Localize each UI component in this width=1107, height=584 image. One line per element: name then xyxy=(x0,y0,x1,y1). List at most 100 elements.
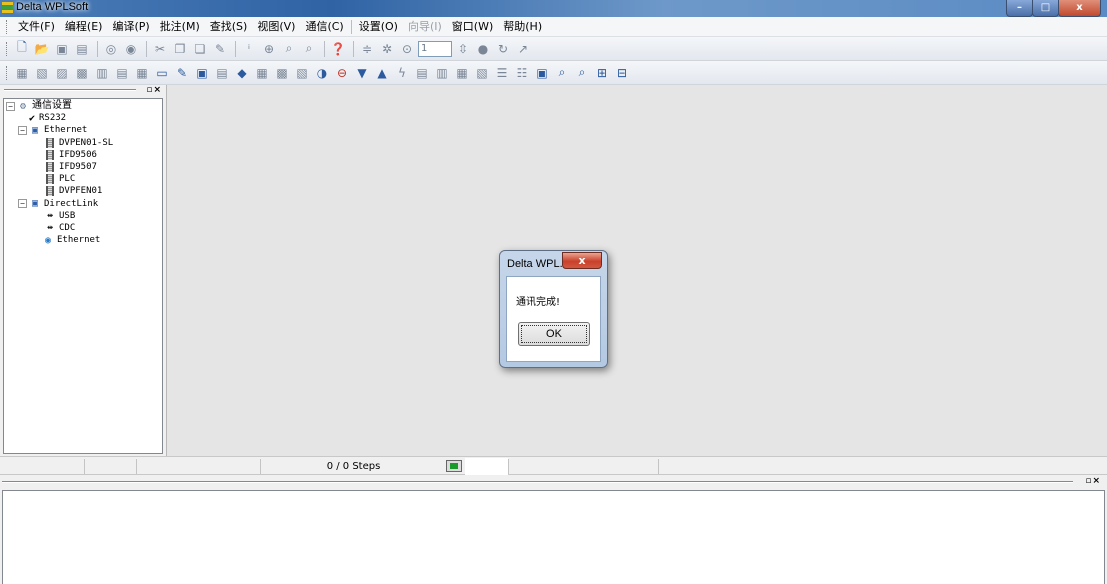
menu-compile[interactable]: 编译(P) xyxy=(107,17,154,37)
minimize-button[interactable]: – xyxy=(1006,0,1033,17)
reset-icon[interactable]: ☷ xyxy=(513,64,531,82)
collapse-icon[interactable]: − xyxy=(6,101,15,111)
info-icon[interactable]: ⁱ xyxy=(240,40,258,58)
device-list-icon[interactable]: ▤ xyxy=(213,64,231,82)
zoom-out-icon[interactable]: ⌕ xyxy=(300,40,318,58)
paste-icon[interactable]: ❏ xyxy=(191,40,209,58)
menu-edit[interactable]: 编程(E) xyxy=(60,17,108,37)
screen-icon[interactable]: ▣ xyxy=(533,64,551,82)
tree-node-device[interactable]: IFD9506 xyxy=(6,149,162,161)
tree-node-device[interactable]: DVPEN01-SL xyxy=(6,137,162,149)
menu-wizard[interactable]: 向导(I) xyxy=(403,17,447,37)
tree-node-rs232[interactable]: ✔ RS232 xyxy=(6,112,162,124)
zoom-in-icon[interactable]: ⌕ xyxy=(280,40,298,58)
arrow-icon[interactable]: ↗ xyxy=(514,40,532,58)
zoom-icon[interactable]: ⊕ xyxy=(260,40,278,58)
folder-icon[interactable]: ▭ xyxy=(153,64,171,82)
contact-icon[interactable]: ▩ xyxy=(73,64,91,82)
communication-tree: − ⚙ 通信设置 ✔ RS232 − ▣ Ethernet DVPEN01-SL… xyxy=(3,98,163,454)
ladder-mode-icon[interactable]: ▦ xyxy=(13,64,31,82)
function-icon[interactable]: ▤ xyxy=(113,64,131,82)
save-icon[interactable]: ▣ xyxy=(53,40,71,58)
step-icon[interactable]: ⊙ xyxy=(398,40,416,58)
tree-node-directlink[interactable]: − ▣ DirectLink xyxy=(6,198,162,210)
table-icon[interactable]: ▦ xyxy=(133,64,151,82)
set-icon[interactable]: ☰ xyxy=(493,64,511,82)
status-led xyxy=(446,460,462,472)
monitor-table-icon[interactable]: ▥ xyxy=(433,64,451,82)
online-icon[interactable]: ◑ xyxy=(313,64,331,82)
tree-node-directlink-ethernet[interactable]: ◉ Ethernet xyxy=(6,234,162,246)
download-icon[interactable]: ▲ xyxy=(373,64,391,82)
grid-icon[interactable]: ▦ xyxy=(253,64,271,82)
pin-icon[interactable]: ◆ xyxy=(233,64,251,82)
search-icon[interactable]: ⌕ xyxy=(553,64,571,82)
spinner-icon[interactable]: ⇳ xyxy=(454,40,472,58)
panel-controls[interactable]: ▫× xyxy=(1085,476,1101,486)
upload-icon[interactable]: ▼ xyxy=(353,64,371,82)
tree-node-usb[interactable]: ⇹ USB xyxy=(6,210,162,222)
refresh-icon[interactable]: ↻ xyxy=(494,40,512,58)
print-icon[interactable]: ▤ xyxy=(73,40,91,58)
main-workspace[interactable] xyxy=(166,85,1107,456)
menu-communication[interactable]: 通信(C) xyxy=(300,17,348,37)
instruction-mode-icon[interactable]: ▨ xyxy=(53,64,71,82)
output-area[interactable] xyxy=(2,490,1105,584)
force-off-icon[interactable]: ▧ xyxy=(473,64,491,82)
coil-icon[interactable]: ▥ xyxy=(93,64,111,82)
device-icon[interactable]: ▣ xyxy=(193,64,211,82)
redo-icon[interactable]: ◉ xyxy=(122,40,140,58)
lightning-icon[interactable]: ϟ xyxy=(393,64,411,82)
ethernet-icon: ▣ xyxy=(31,124,39,136)
new-file-icon[interactable]: 🗋 xyxy=(13,40,31,58)
cut-icon[interactable]: ✂ xyxy=(151,40,169,58)
tree-node-device[interactable]: PLC xyxy=(6,173,162,185)
undo-icon[interactable]: ◎ xyxy=(102,40,120,58)
dialog-message: 通讯完成! xyxy=(516,297,561,308)
connect-icon[interactable]: ⊟ xyxy=(613,64,631,82)
stop-icon[interactable]: ⊖ xyxy=(333,64,351,82)
status-bar: 0 / 0 Steps xyxy=(0,456,1107,475)
tree-node-device[interactable]: IFD9507 xyxy=(6,161,162,173)
menu-window[interactable]: 窗口(W) xyxy=(447,17,498,37)
directlink-icon: ▣ xyxy=(31,198,39,210)
sfc-mode-icon[interactable]: ▧ xyxy=(33,64,51,82)
menu-grip xyxy=(6,19,9,34)
close-button[interactable]: x xyxy=(1058,0,1101,17)
open-file-icon[interactable]: 📂 xyxy=(33,40,51,58)
calendar-icon[interactable]: ▩ xyxy=(273,64,291,82)
tree-node-root[interactable]: − ⚙ 通信设置 xyxy=(6,100,162,112)
collapse-icon[interactable]: − xyxy=(18,125,27,135)
menu-comment[interactable]: 批注(M) xyxy=(155,17,205,37)
pen-icon[interactable]: ✎ xyxy=(173,64,191,82)
clear-icon[interactable]: ✎ xyxy=(211,40,229,58)
menu-file[interactable]: 文件(F) xyxy=(13,17,60,37)
panel-controls[interactable]: ▫× xyxy=(146,85,162,95)
menu-settings[interactable]: 设置(O) xyxy=(354,17,403,37)
tree-node-cdc[interactable]: ⇹ CDC xyxy=(6,222,162,234)
tree-node-device[interactable]: DVPFEN01 xyxy=(6,185,162,197)
monitor-icon[interactable]: ● xyxy=(474,40,492,58)
toolbar-grip xyxy=(6,65,9,80)
network-icon[interactable]: ⊞ xyxy=(593,64,611,82)
tree-node-ethernet[interactable]: − ▣ Ethernet xyxy=(6,124,162,136)
force-on-icon[interactable]: ▦ xyxy=(453,64,471,82)
run-icon[interactable]: ✲ xyxy=(378,40,396,58)
menu-search[interactable]: 查找(S) xyxy=(205,17,253,37)
panel-header: ▫× xyxy=(0,85,166,97)
monitor-device-icon[interactable]: ▤ xyxy=(413,64,431,82)
usb-icon: ⇹ xyxy=(46,222,54,234)
menu-view[interactable]: 视图(V) xyxy=(252,17,300,37)
maximize-button[interactable]: □ xyxy=(1032,0,1059,17)
step-count-input[interactable]: 1 xyxy=(418,40,452,57)
dialog-close-button[interactable]: x xyxy=(562,252,602,269)
compile-icon[interactable]: ≑ xyxy=(358,40,376,58)
register-icon[interactable]: ▧ xyxy=(293,64,311,82)
menu-help[interactable]: 帮助(H) xyxy=(498,17,547,37)
collapse-icon[interactable]: − xyxy=(18,199,27,209)
ok-button[interactable]: OK xyxy=(518,322,590,346)
network-settings-icon: ⚙ xyxy=(19,100,27,112)
help-icon[interactable]: ❓ xyxy=(329,40,347,58)
find-icon[interactable]: ⌕ xyxy=(573,64,591,82)
copy-icon[interactable]: ❐ xyxy=(171,40,189,58)
